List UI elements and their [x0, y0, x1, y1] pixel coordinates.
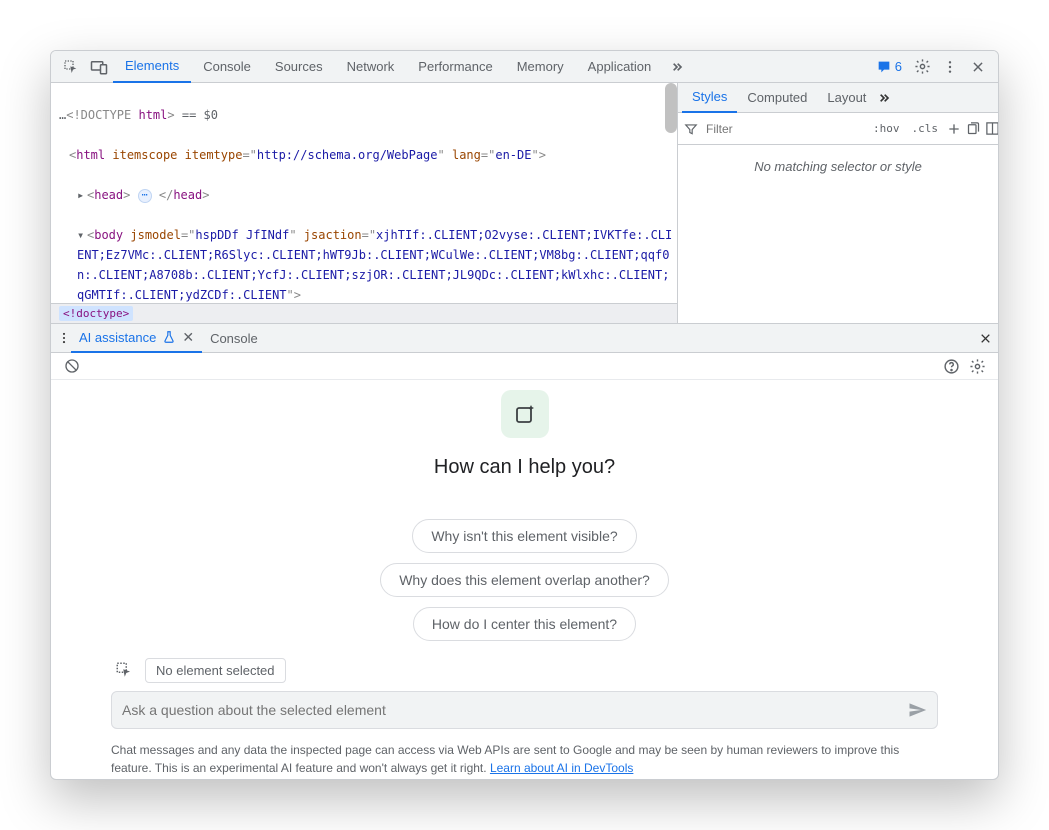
tab-application[interactable]: Application — [576, 51, 664, 83]
styles-tabs: Styles Computed Layout — [678, 83, 998, 113]
pick-element-icon[interactable] — [111, 657, 137, 683]
suggestion-chip[interactable]: Why does this element overlap another? — [380, 563, 669, 597]
learn-more-link[interactable]: Learn about AI in DevTools — [490, 761, 633, 775]
new-style-rule-icon[interactable] — [946, 118, 962, 140]
styles-tab-layout[interactable]: Layout — [817, 83, 876, 113]
tab-performance[interactable]: Performance — [406, 51, 504, 83]
styles-tab-computed[interactable]: Computed — [737, 83, 817, 113]
drawer-tab-console[interactable]: Console — [202, 323, 266, 353]
close-devtools-icon[interactable] — [964, 53, 992, 81]
issues-chip[interactable]: 6 — [876, 59, 902, 75]
close-tab-icon[interactable]: ✕ — [182, 329, 194, 346]
ai-panel: How can I help you? Why isn't this eleme… — [51, 380, 998, 780]
ai-toolbar — [51, 353, 998, 380]
flask-icon — [162, 330, 176, 344]
no-matching-label: No matching selector or style — [678, 145, 998, 188]
ai-settings-icon[interactable] — [964, 353, 990, 379]
drawer-kebab-icon[interactable] — [57, 331, 71, 345]
help-icon[interactable] — [938, 353, 964, 379]
main-tab-bar: Elements Console Sources Network Perform… — [51, 51, 998, 83]
dom-attr-val: http://schema.org/WebPage — [257, 148, 438, 162]
tab-console[interactable]: Console — [191, 51, 263, 83]
drawer-tab-ai[interactable]: AI assistance ✕ — [71, 323, 202, 353]
ai-title: How can I help you? — [434, 456, 615, 479]
computed-toggle-icon[interactable] — [985, 118, 999, 140]
block-icon[interactable] — [59, 353, 85, 379]
drawer-tab-bar: AI assistance ✕ Console — [51, 323, 998, 353]
dom-tree[interactable]: …<!DOCTYPE html> == $0 <html itemscope i… — [51, 83, 677, 323]
suggestion-chip[interactable]: How do I center this element? — [413, 607, 636, 641]
more-styles-tabs-icon[interactable] — [876, 90, 892, 106]
device-toggle-icon[interactable] — [85, 53, 113, 81]
upper-split: …<!DOCTYPE html> == $0 <html itemscope i… — [51, 83, 998, 323]
devtools-window: Elements Console Sources Network Perform… — [50, 50, 999, 780]
tab-memory[interactable]: Memory — [505, 51, 576, 83]
more-tabs-icon[interactable] — [663, 53, 691, 81]
main-tabs: Elements Console Sources Network Perform… — [113, 51, 691, 83]
ai-disclaimer: Chat messages and any data the inspected… — [51, 737, 998, 780]
styles-tab-styles[interactable]: Styles — [682, 83, 737, 113]
styles-filter-input[interactable] — [702, 118, 865, 140]
hov-toggle[interactable]: :hov — [869, 119, 904, 138]
selected-element-row: No element selected — [111, 657, 938, 683]
breadcrumb-item[interactable]: <!doctype> — [59, 306, 133, 321]
send-icon[interactable] — [907, 700, 927, 720]
cls-toggle[interactable]: .cls — [908, 119, 943, 138]
drawer-tab-label: AI assistance — [79, 330, 156, 345]
elements-panel[interactable]: …<!DOCTYPE html> == $0 <html itemscope i… — [51, 83, 678, 323]
close-drawer-icon[interactable] — [979, 332, 992, 345]
filter-icon — [684, 118, 698, 140]
tab-network[interactable]: Network — [335, 51, 407, 83]
sparkle-icon — [501, 390, 549, 438]
styles-toolbar: :hov .cls — [678, 113, 998, 145]
tab-elements[interactable]: Elements — [113, 51, 191, 83]
copy-styles-icon[interactable] — [966, 118, 981, 140]
dom-attr-val: en-DE — [495, 148, 531, 162]
kebab-icon[interactable] — [936, 53, 964, 81]
tab-sources[interactable]: Sources — [263, 51, 335, 83]
ask-input[interactable] — [122, 702, 907, 718]
selected-element-chip[interactable]: No element selected — [145, 658, 286, 683]
breadcrumb[interactable]: <!doctype> — [51, 303, 677, 323]
suggestion-chip[interactable]: Why isn't this element visible? — [412, 519, 636, 553]
ellipsis-icon[interactable]: ⋯ — [138, 189, 152, 203]
inspect-icon[interactable] — [57, 53, 85, 81]
ai-input-area: No element selected — [51, 651, 998, 737]
dom-attr-val: hspDDf JfINdf — [195, 228, 289, 242]
ask-input-container — [111, 691, 938, 729]
issues-count: 6 — [895, 59, 902, 74]
settings-icon[interactable] — [908, 53, 936, 81]
scrollbar[interactable] — [665, 83, 677, 133]
styles-panel: Styles Computed Layout :hov .cls — [678, 83, 998, 323]
